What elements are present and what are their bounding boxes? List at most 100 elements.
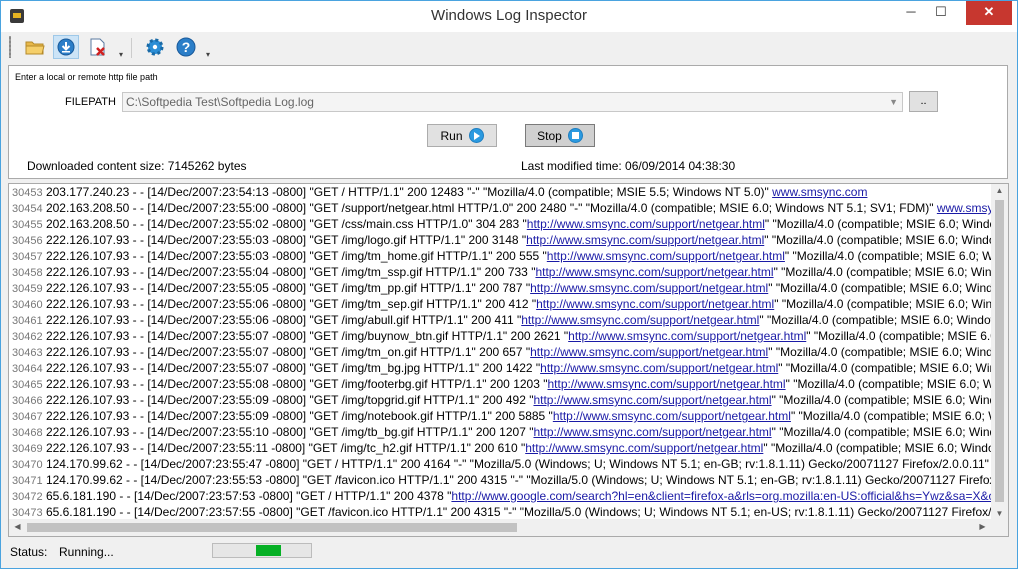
scroll-left-icon[interactable]: ◀ xyxy=(9,522,26,531)
log-row[interactable]: 30467 222.126.107.93 - - [14/Dec/2007:23… xyxy=(12,408,992,424)
log-link[interactable]: www.smsync.com xyxy=(937,201,992,215)
log-link[interactable]: http://www.smsync.com/support/netgear.ht… xyxy=(540,361,778,375)
horizontal-scrollbar[interactable]: ◀ ▶ xyxy=(9,519,991,536)
log-text: 222.126.107.93 - - [14/Dec/2007:23:55:08… xyxy=(45,377,548,391)
log-link[interactable]: www.smsync.com xyxy=(772,185,867,199)
run-label: Run xyxy=(440,128,463,143)
line-number: 30455 xyxy=(12,219,43,231)
log-text-tail: " "Mozilla/4.0 (compatible; MSIE 6.0; xyxy=(806,329,992,343)
chevron-down-icon[interactable]: ▾ xyxy=(119,50,123,59)
log-link[interactable]: http://www.smsync.com/support/netgear.ht… xyxy=(527,217,765,231)
browse-button[interactable]: .. xyxy=(909,91,938,112)
log-row[interactable]: 30454 202.163.208.50 - - [14/Dec/2007:23… xyxy=(12,200,992,216)
log-row[interactable]: 30455 202.163.208.50 - - [14/Dec/2007:23… xyxy=(12,216,992,232)
log-row[interactable]: 30472 65.6.181.190 - - [14/Dec/2007:23:5… xyxy=(12,488,992,504)
line-number: 30466 xyxy=(12,395,43,407)
downloaded-size: Downloaded content size: 7145262 bytes xyxy=(27,159,247,173)
toolbar-separator xyxy=(131,38,132,58)
log-text: 222.126.107.93 - - [14/Dec/2007:23:55:10… xyxy=(45,425,534,439)
stop-button[interactable]: Stop xyxy=(525,124,595,147)
log-link[interactable]: http://www.smsync.com/support/netgear.ht… xyxy=(526,233,764,247)
path-hint: Enter a local or remote http file path xyxy=(15,72,158,82)
log-text-tail: " "Mozilla/4.0 (compatible; MSIE 6.0; Wi… xyxy=(759,313,992,327)
log-row[interactable]: 30463 222.126.107.93 - - [14/Dec/2007:23… xyxy=(12,344,992,360)
clear-icon[interactable] xyxy=(85,35,111,59)
scroll-right-icon[interactable]: ▶ xyxy=(974,522,991,531)
settings-icon[interactable] xyxy=(142,35,168,59)
scroll-corner xyxy=(991,519,1008,536)
log-link[interactable]: http://www.smsync.com/support/netgear.ht… xyxy=(533,393,771,407)
log-link[interactable]: http://www.smsync.com/support/netgear.ht… xyxy=(521,313,759,327)
log-link[interactable]: http://www.smsync.com/support/netgear.ht… xyxy=(547,377,785,391)
log-text-tail: " "Mozilla/4.0 (compatible; MSIE 6.0; Wi… xyxy=(771,393,992,407)
line-number: 30470 xyxy=(12,459,43,471)
line-number: 30469 xyxy=(12,443,43,455)
log-row[interactable]: 30470 124.170.99.62 - - [14/Dec/2007:23:… xyxy=(12,456,992,472)
line-number: 30464 xyxy=(12,363,43,375)
log-row[interactable]: 30465 222.126.107.93 - - [14/Dec/2007:23… xyxy=(12,376,992,392)
log-text: 222.126.107.93 - - [14/Dec/2007:23:55:06… xyxy=(45,313,522,327)
log-link[interactable]: http://www.smsync.com/support/netgear.ht… xyxy=(525,441,763,455)
log-text-tail: " "Mozilla/4.0 (compatible; MSIE 6.0; Wi… xyxy=(774,297,992,311)
log-row[interactable]: 30462 222.126.107.93 - - [14/Dec/2007:23… xyxy=(12,328,992,344)
title-bar: Windows Log Inspector ─ ☐ ✕ xyxy=(1,1,1017,32)
log-link[interactable]: http://www.smsync.com/support/netgear.ht… xyxy=(547,249,785,263)
line-number: 30460 xyxy=(12,299,43,311)
log-row[interactable]: 30459 222.126.107.93 - - [14/Dec/2007:23… xyxy=(12,280,992,296)
log-row[interactable]: 30469 222.126.107.93 - - [14/Dec/2007:23… xyxy=(12,440,992,456)
log-row[interactable]: 30471 124.170.99.62 - - [14/Dec/2007:23:… xyxy=(12,472,992,488)
help-icon[interactable]: ? xyxy=(173,35,199,59)
log-row[interactable]: 30460 222.126.107.93 - - [14/Dec/2007:23… xyxy=(12,296,992,312)
chevron-down-icon[interactable]: ▼ xyxy=(889,93,898,112)
horizontal-scroll-thumb[interactable] xyxy=(27,523,517,532)
close-button[interactable]: ✕ xyxy=(966,1,1012,25)
line-number: 30472 xyxy=(12,491,43,503)
download-icon[interactable] xyxy=(53,35,79,59)
log-link[interactable]: http://www.smsync.com/support/netgear.ht… xyxy=(530,345,768,359)
log-text: 202.163.208.50 - - [14/Dec/2007:23:55:00… xyxy=(45,201,937,215)
filepath-label: FILEPATH xyxy=(65,96,116,108)
log-row[interactable]: 30458 222.126.107.93 - - [14/Dec/2007:23… xyxy=(12,264,992,280)
minimize-button[interactable]: ─ xyxy=(896,1,926,25)
line-number: 30456 xyxy=(12,235,43,247)
log-row[interactable]: 30457 222.126.107.93 - - [14/Dec/2007:23… xyxy=(12,248,992,264)
open-folder-icon[interactable] xyxy=(22,35,48,59)
chevron-down-icon[interactable]: ▾ xyxy=(206,50,210,59)
log-view[interactable]: 30453 203.177.240.23 - - [14/Dec/2007:23… xyxy=(8,183,1009,537)
status-label: Status: xyxy=(10,545,48,559)
log-row[interactable]: 30456 222.126.107.93 - - [14/Dec/2007:23… xyxy=(12,232,992,248)
log-text: 222.126.107.93 - - [14/Dec/2007:23:55:07… xyxy=(45,361,541,375)
log-text-tail: " "Mozilla/4.0 (compatible; MSIE 6.0; Wi… xyxy=(768,281,992,295)
log-link[interactable]: http://www.smsync.com/support/netgear.ht… xyxy=(536,297,774,311)
app-window: Windows Log Inspector ─ ☐ ✕ ▾ ? ▾ Enter … xyxy=(0,0,1018,569)
log-text-tail: " "Mozilla/4.0 (compatible; MSIE 6.0; Wi… xyxy=(771,425,992,439)
line-number: 30463 xyxy=(12,347,43,359)
scroll-down-icon[interactable]: ▼ xyxy=(991,509,1008,518)
log-link[interactable]: http://www.smsync.com/support/netgear.ht… xyxy=(530,281,768,295)
run-button[interactable]: Run xyxy=(427,124,497,147)
log-row[interactable]: 30473 65.6.181.190 - - [14/Dec/2007:23:5… xyxy=(12,504,992,520)
scroll-up-icon[interactable]: ▲ xyxy=(991,186,1008,195)
window-title: Windows Log Inspector xyxy=(431,7,587,24)
log-link[interactable]: http://www.smsync.com/support/netgear.ht… xyxy=(568,329,806,343)
log-link[interactable]: http://www.smsync.com/support/netgear.ht… xyxy=(535,265,773,279)
toolbar-grip[interactable] xyxy=(9,36,11,58)
log-text: 202.163.208.50 - - [14/Dec/2007:23:55:02… xyxy=(45,217,527,231)
log-row[interactable]: 30468 222.126.107.93 - - [14/Dec/2007:23… xyxy=(12,424,992,440)
log-link[interactable]: http://www.google.com/search?hl=en&clien… xyxy=(451,489,992,503)
vertical-scrollbar[interactable]: ▲ ▼ xyxy=(991,184,1008,520)
log-row[interactable]: 30466 222.126.107.93 - - [14/Dec/2007:23… xyxy=(12,392,992,408)
log-link[interactable]: http://www.smsync.com/support/netgear.ht… xyxy=(533,425,771,439)
log-text: 222.126.107.93 - - [14/Dec/2007:23:55:06… xyxy=(45,297,537,311)
line-number: 30467 xyxy=(12,411,43,423)
log-link[interactable]: http://www.smsync.com/support/netgear.ht… xyxy=(553,409,791,423)
line-number: 30458 xyxy=(12,267,43,279)
maximize-button[interactable]: ☐ xyxy=(926,1,956,25)
log-row[interactable]: 30461 222.126.107.93 - - [14/Dec/2007:23… xyxy=(12,312,992,328)
filepath-combobox[interactable]: C:\Softpedia Test\Softpedia Log.log ▼ xyxy=(122,92,903,112)
line-number: 30461 xyxy=(12,315,43,327)
vertical-scroll-thumb[interactable] xyxy=(995,200,1004,502)
log-row[interactable]: 30464 222.126.107.93 - - [14/Dec/2007:23… xyxy=(12,360,992,376)
line-number: 30468 xyxy=(12,427,43,439)
log-row[interactable]: 30453 203.177.240.23 - - [14/Dec/2007:23… xyxy=(12,184,992,200)
